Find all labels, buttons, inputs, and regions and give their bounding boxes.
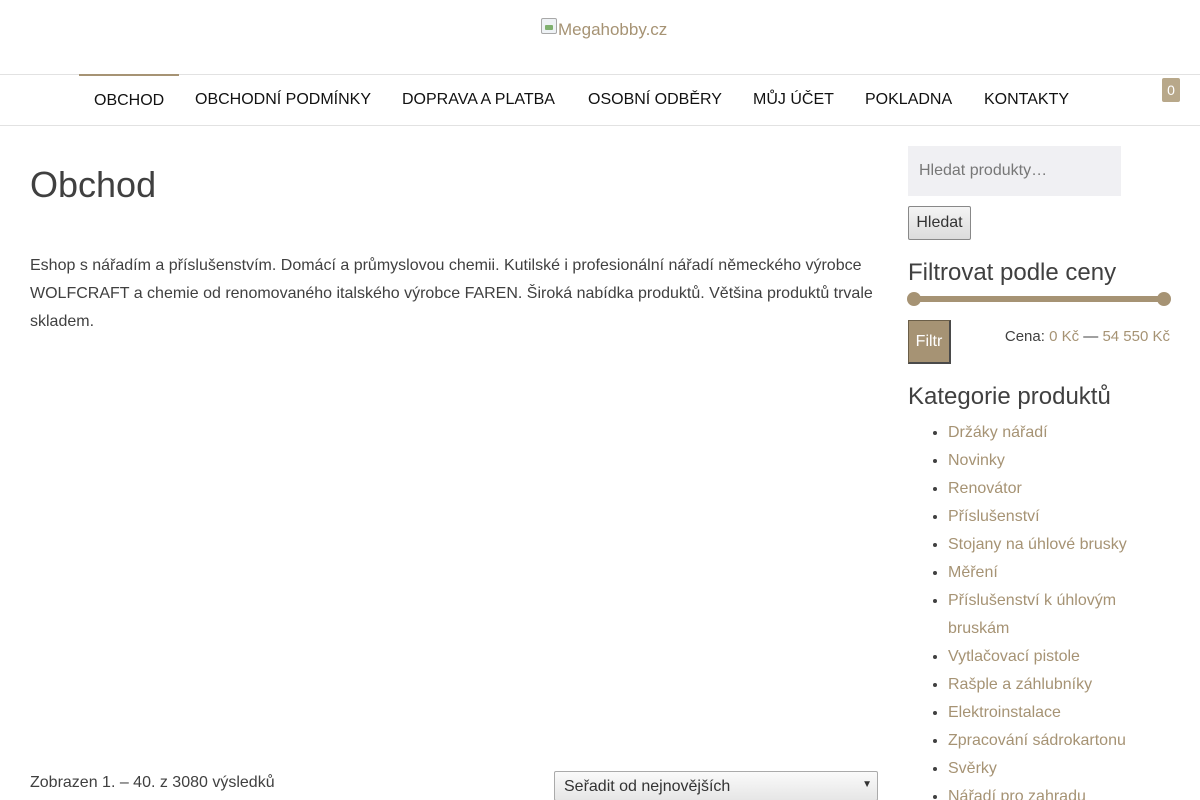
price-filter-title: Filtrovat podle ceny: [908, 259, 1117, 286]
category-list-item: Stojany na úhlové brusky: [948, 531, 1158, 559]
page-title: Obchod: [30, 164, 157, 205]
category-list-item: Zpracování sádrokartonu: [948, 727, 1158, 755]
nav-item-doprava-a-platba[interactable]: DOPRAVA A PLATBA: [387, 74, 570, 125]
category-list-item: Elektroinstalace: [948, 699, 1158, 727]
nav-item-obchodni-podminky[interactable]: OBCHODNÍ PODMÍNKY: [180, 74, 386, 125]
category-list-item: Držáky nářadí: [948, 419, 1158, 447]
nav-item-osobni-odbery[interactable]: OSOBNÍ ODBĚRY: [573, 74, 737, 125]
product-search-input[interactable]: Hledat produkty…: [908, 146, 1121, 196]
category-link[interactable]: Příslušenství k úhlovým bruskám: [948, 592, 1116, 637]
categories-title: Kategorie produktů: [908, 383, 1111, 410]
site-logo[interactable]: Megahobby.cz: [541, 16, 667, 44]
category-link[interactable]: Měření: [948, 564, 998, 581]
category-link[interactable]: Renovátor: [948, 480, 1022, 497]
sort-select[interactable]: Seřadit od nejnovějších ▼: [554, 771, 878, 800]
category-list-item: Měření: [948, 559, 1158, 587]
category-list-item: Svěrky: [948, 755, 1158, 783]
search-button[interactable]: Hledat: [908, 206, 971, 240]
category-link[interactable]: Elektroinstalace: [948, 704, 1061, 721]
price-slider-max-handle[interactable]: [1157, 292, 1171, 306]
sort-selected-value: Seřadit od nejnovějších: [564, 778, 731, 795]
nav-item-pokladna[interactable]: POKLADNA: [850, 74, 967, 125]
category-link[interactable]: Rašple a záhlubníky: [948, 676, 1092, 693]
category-list-item: Rašple a záhlubníky: [948, 671, 1158, 699]
category-list-item: Novinky: [948, 447, 1158, 475]
site-logo-alt-text: Megahobby.cz: [558, 20, 668, 39]
price-slider-min-handle[interactable]: [907, 292, 921, 306]
category-link[interactable]: Příslušenství: [948, 508, 1040, 525]
category-link[interactable]: Vytlačovací pistole: [948, 648, 1080, 665]
price-separator: —: [1083, 328, 1099, 345]
main-navigation: OBCHOD OBCHODNÍ PODMÍNKY DOPRAVA A PLATB…: [0, 74, 1200, 126]
category-list-item: Vytlačovací pistole: [948, 643, 1158, 671]
filter-button[interactable]: Filtr: [908, 320, 951, 364]
category-list-item: Nářadí pro zahradu: [948, 783, 1158, 800]
price-range-label: Cena: 0 Kč — 54 550 Kč: [1005, 328, 1170, 345]
nav-item-kontakty[interactable]: KONTAKTY: [969, 74, 1084, 125]
result-count: Zobrazen 1. – 40. z 3080 výsledků: [30, 774, 275, 791]
category-link[interactable]: Nářadí pro zahradu: [948, 788, 1086, 800]
category-link[interactable]: Držáky nářadí: [948, 424, 1048, 441]
category-link[interactable]: Svěrky: [948, 760, 997, 777]
category-list-item: Renovátor: [948, 475, 1158, 503]
shop-description: Eshop s nářadím a příslušenstvím. Domácí…: [30, 257, 873, 330]
category-list-item: Příslušenství k úhlovým bruskám: [948, 587, 1158, 643]
cart-count-badge[interactable]: 0: [1162, 78, 1180, 102]
category-link[interactable]: Novinky: [948, 452, 1005, 469]
broken-image-icon: [541, 18, 557, 34]
category-list: Držáky nářadí Novinky Renovátor Příslušenst…: [948, 419, 1158, 800]
price-slider-track[interactable]: [914, 296, 1164, 302]
price-min-value: 0 Kč: [1049, 328, 1080, 345]
nav-item-muj-ucet[interactable]: MŮJ ÚČET: [738, 74, 849, 125]
category-link[interactable]: Zpracování sádrokartonu: [948, 732, 1126, 749]
dropdown-arrow-icon: ▼: [862, 779, 872, 790]
category-list-item: Příslušenství: [948, 503, 1158, 531]
price-max-value: 54 550 Kč: [1102, 328, 1170, 345]
price-label-prefix: Cena:: [1004, 328, 1045, 345]
nav-item-obchod[interactable]: OBCHOD: [79, 74, 180, 125]
category-link[interactable]: Stojany na úhlové brusky: [948, 536, 1127, 553]
